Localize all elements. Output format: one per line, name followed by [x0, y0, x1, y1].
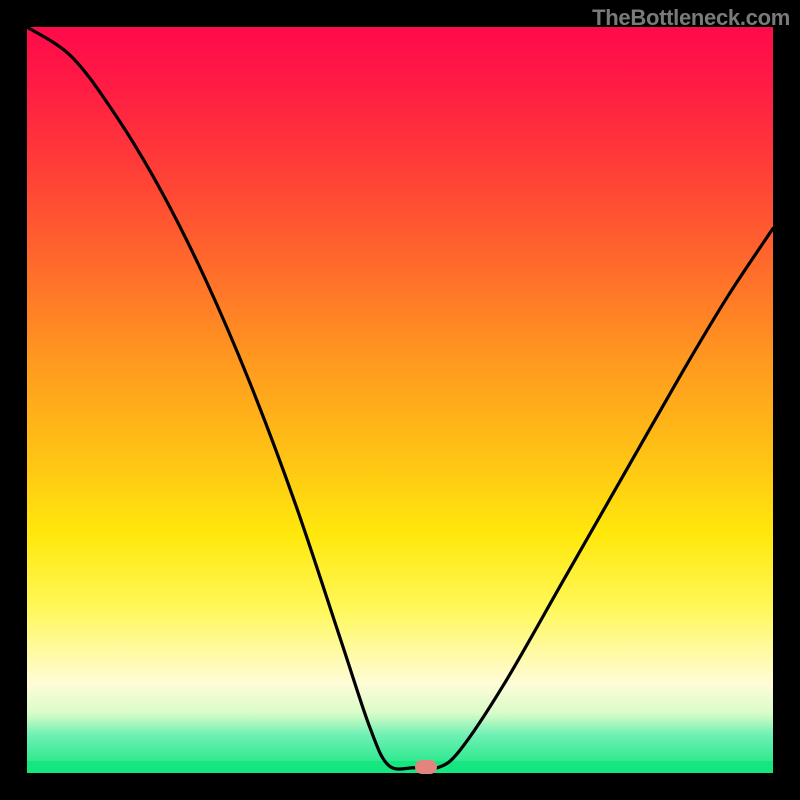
bottleneck-curve — [27, 27, 773, 773]
chart-container: TheBottleneck.com — [0, 0, 800, 800]
attribution-text: TheBottleneck.com — [592, 5, 790, 31]
plot-area — [27, 27, 773, 773]
optimal-marker — [415, 760, 437, 774]
green-band — [27, 761, 773, 773]
